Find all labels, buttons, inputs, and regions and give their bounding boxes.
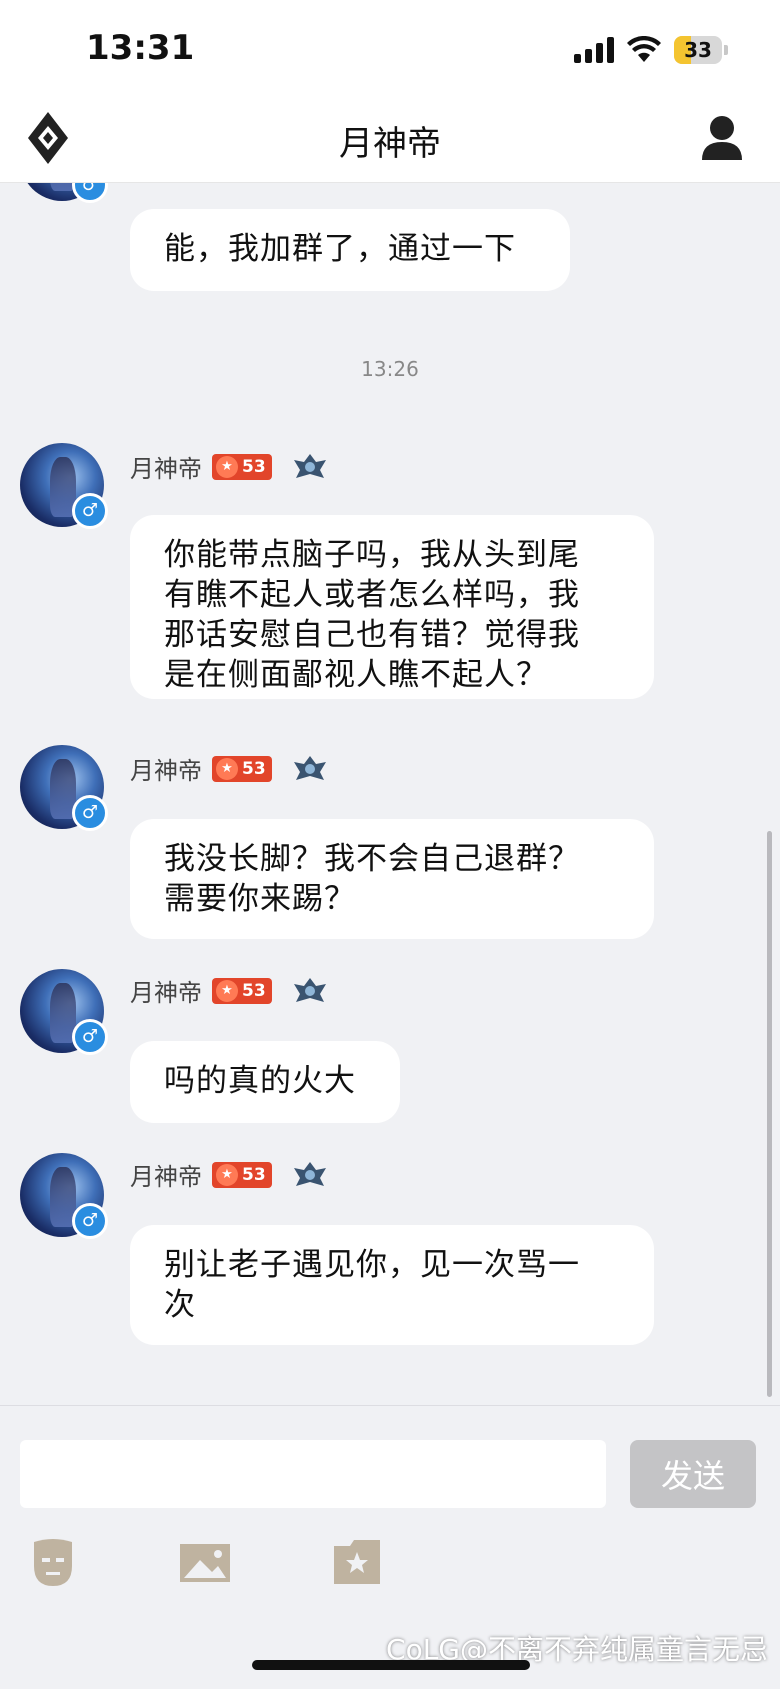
male-gender-icon: ♂	[72, 493, 108, 529]
rank-emblem-icon	[293, 977, 326, 1002]
message-line: 需要你来踢？	[164, 881, 356, 917]
avatar[interactable]: ♂	[20, 745, 108, 831]
status-time: 13:31	[86, 28, 195, 68]
cellular-signal-icon	[574, 37, 614, 63]
message-line: 你能带点脑子吗，我从头到尾	[164, 537, 580, 573]
message-line: 别让老子遇见你，见一次骂一	[164, 1247, 580, 1283]
level-number: 53	[242, 456, 266, 477]
message-line: 次	[164, 1287, 196, 1323]
home-indicator	[252, 1660, 530, 1670]
sender-info: 月神帝 ★ 53	[130, 973, 328, 1008]
star-icon: ★	[216, 757, 238, 780]
wifi-icon	[627, 36, 661, 62]
rank-emblem-icon	[293, 453, 326, 478]
male-gender-icon: ♂	[72, 795, 108, 831]
message-input[interactable]	[20, 1440, 606, 1508]
sender-info: 月神帝 ★ 53	[130, 1157, 328, 1192]
message-bubble[interactable]: 能，我加群了，通过一下	[130, 209, 570, 291]
chat-timestamp: 13:26	[361, 357, 419, 381]
battery-level: 33	[684, 38, 712, 62]
male-gender-icon: ♂	[72, 183, 108, 203]
battery-indicator: 33	[674, 36, 722, 64]
level-number: 53	[242, 1164, 266, 1185]
emoji-icon[interactable]	[26, 1536, 80, 1590]
status-bar: 13:31 33	[0, 0, 780, 100]
level-number: 53	[242, 980, 266, 1001]
star-icon: ★	[216, 979, 238, 1002]
sender-name: 月神帝	[130, 979, 202, 1007]
avatar[interactable]: ♂	[20, 969, 108, 1055]
level-badge: ★ 53	[212, 453, 272, 480]
message-bubble[interactable]: 别让老子遇见你，见一次骂一 次	[130, 1225, 654, 1345]
avatar[interactable]: ♂	[20, 1153, 108, 1239]
send-button[interactable]: 发送	[630, 1440, 756, 1508]
chat-scrollbar[interactable]	[767, 831, 772, 1397]
level-number: 53	[242, 758, 266, 779]
message-bubble[interactable]: 我没长脚？我不会自己退群？ 需要你来踢？	[130, 819, 654, 939]
sender-name: 月神帝	[130, 455, 202, 483]
status-icons: 33	[574, 36, 728, 64]
rank-emblem-icon	[293, 755, 326, 780]
message-line: 有瞧不起人或者怎么样吗，我	[164, 577, 580, 613]
male-gender-icon: ♂	[72, 1019, 108, 1055]
battery-tip	[724, 45, 728, 55]
level-badge: ★ 53	[212, 1161, 272, 1188]
chat-title: 月神帝	[339, 124, 441, 164]
sender-info: 月神帝 ★ 53	[130, 751, 328, 786]
chat-message-list[interactable]: ♂ 能，我加群了，通过一下 13:26 ♂ 月神帝 ★ 53 你能带点脑子吗，我从…	[0, 183, 780, 1405]
message-bubble[interactable]: 吗的真的火大	[130, 1041, 400, 1123]
male-gender-icon: ♂	[72, 1203, 108, 1239]
level-badge: ★ 53	[212, 755, 272, 782]
chat-header: 月神帝	[0, 100, 780, 183]
sender-name: 月神帝	[130, 757, 202, 785]
message-line: 是在侧面鄙视人瞧不起人？	[164, 657, 548, 693]
user-profile-icon[interactable]	[700, 114, 744, 162]
level-badge: ★ 53	[212, 977, 272, 1004]
avatar[interactable]: ♂	[20, 183, 108, 203]
message-line: 吗的真的火大	[164, 1063, 356, 1099]
star-icon: ★	[216, 455, 238, 478]
message-bubble[interactable]: 你能带点脑子吗，我从头到尾 有瞧不起人或者怎么样吗，我 那话安慰自己也有错？觉得…	[130, 515, 654, 699]
rank-emblem-icon	[293, 1161, 326, 1186]
star-icon: ★	[216, 1163, 238, 1186]
message-line: 我没长脚？我不会自己退群？	[164, 841, 580, 877]
message-text: 能，我加群了，通过一下	[164, 231, 516, 267]
message-line: 那话安慰自己也有错？觉得我	[164, 617, 580, 653]
sticker-icon[interactable]	[330, 1536, 384, 1590]
avatar[interactable]: ♂	[20, 443, 108, 529]
image-icon[interactable]	[178, 1536, 232, 1590]
sender-info: 月神帝 ★ 53	[130, 449, 328, 484]
sender-name: 月神帝	[130, 1163, 202, 1191]
